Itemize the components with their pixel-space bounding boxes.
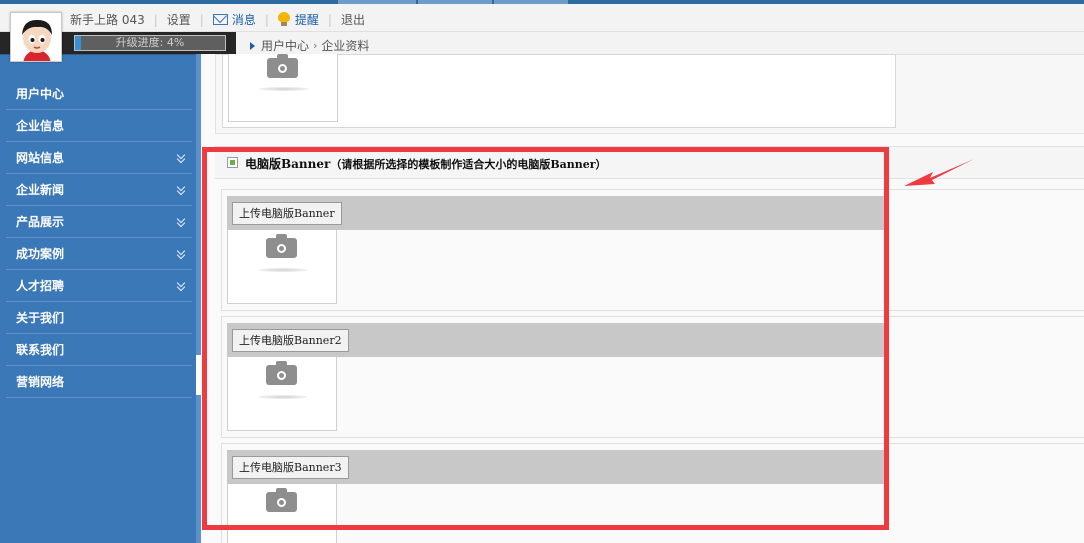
divider: | — [327, 12, 332, 27]
messages-label: 消息 — [231, 13, 256, 27]
upload-banner3-block: 上传电脑版Banner3 — [221, 443, 1084, 543]
upload-banner3-button[interactable]: 上传电脑版Banner3 — [232, 456, 349, 479]
sidebar-menu: 用户中心 企业信息 网站信息 企业新闻 产品展示 成功案例 人才招聘 关于我们 … — [6, 78, 192, 398]
sidebar-item-products[interactable]: 产品展示 — [6, 206, 192, 238]
sidebar: 用户中心 企业信息 网站信息 企业新闻 产品展示 成功案例 人才招聘 关于我们 … — [0, 54, 196, 543]
breadcrumb: 用户中心 › 企业资料 — [250, 37, 369, 54]
upload-banner2-block: 上传电脑版Banner2 — [221, 316, 1084, 438]
lightbulb-icon — [277, 12, 290, 26]
sidebar-item-label: 关于我们 — [16, 311, 65, 325]
reminders-link[interactable]: 提醒 — [277, 11, 319, 28]
camera-icon — [266, 361, 298, 385]
sidebar-item-label: 产品展示 — [16, 215, 65, 229]
upload-toolbar: 上传电脑版Banner3 — [227, 450, 884, 484]
mail-icon — [212, 14, 228, 25]
image-placeholder[interactable] — [227, 230, 337, 304]
avatar[interactable] — [10, 12, 62, 62]
reminders-label: 提醒 — [294, 13, 319, 27]
camera-icon — [267, 54, 299, 78]
sidebar-item-label: 企业信息 — [16, 119, 65, 133]
sidebar-item-label: 营销网络 — [16, 375, 65, 389]
messages-link[interactable]: 消息 — [212, 11, 256, 28]
username[interactable]: 新手上路 043 — [70, 11, 145, 28]
sidebar-item-about-us[interactable]: 关于我们 — [6, 302, 192, 334]
section-title: 电脑版Banner（请根据所选择的模板制作适合大小的电脑版Banner） — [245, 155, 607, 172]
cartoon-boy-avatar-icon — [11, 13, 61, 61]
image-placeholder[interactable] — [228, 54, 338, 122]
upload-toolbar: 上传电脑版Banner2 — [227, 323, 884, 357]
user-header: 新手上路 043 | 设置 | 消息 | 提醒 | 退出 — [0, 4, 1084, 32]
divider: | — [264, 12, 269, 27]
sidebar-item-marketing-network[interactable]: 营销网络 — [6, 366, 192, 398]
section-title-text: 电脑版Banner — [245, 157, 331, 171]
section-icon — [227, 157, 238, 168]
header-links: 新手上路 043 | 设置 | 消息 | 提醒 | 退出 — [70, 11, 365, 28]
chevron-right-icon: › — [313, 39, 318, 52]
progress-label: 升级进度: 4% — [115, 36, 185, 49]
shadow — [258, 395, 308, 399]
sidebar-item-success-cases[interactable]: 成功案例 — [6, 238, 192, 270]
double-chevron-down-icon — [177, 280, 186, 291]
double-chevron-down-icon — [177, 248, 186, 259]
section-note: （请根据所选择的模板制作适合大小的电脑版Banner） — [330, 158, 607, 171]
upload-banner-button[interactable]: 上传电脑版Banner — [232, 202, 342, 225]
upload-banner2-button[interactable]: 上传电脑版Banner2 — [232, 329, 349, 352]
sidebar-item-label: 成功案例 — [16, 247, 65, 261]
sidebar-item-company-info[interactable]: 企业信息 — [6, 110, 192, 142]
sidebar-item-user-center[interactable]: 用户中心 — [6, 78, 192, 110]
sidebar-item-label: 联系我们 — [16, 343, 65, 357]
triangle-right-icon — [250, 41, 255, 50]
divider: | — [199, 12, 204, 27]
double-chevron-down-icon — [177, 216, 186, 227]
upgrade-progress: 升级进度: 4% — [74, 35, 226, 51]
previous-section — [215, 54, 1084, 134]
sidebar-item-label: 人才招聘 — [16, 279, 65, 293]
upload-banner-block: 上传电脑版Banner — [221, 189, 1084, 311]
sidebar-item-label: 企业新闻 — [16, 183, 65, 197]
sidebar-item-contact-us[interactable]: 联系我们 — [6, 334, 192, 366]
breadcrumb-home[interactable]: 用户中心 — [261, 37, 309, 54]
sidebar-item-label: 用户中心 — [16, 87, 65, 101]
sidebar-item-website-info[interactable]: 网站信息 — [6, 142, 192, 174]
sidebar-item-label: 网站信息 — [16, 151, 65, 165]
breadcrumb-current: 企业资料 — [321, 39, 370, 53]
settings-link[interactable]: 设置 — [167, 11, 191, 28]
double-chevron-down-icon — [177, 152, 186, 163]
double-chevron-down-icon — [177, 184, 186, 195]
previous-upload-block — [222, 54, 896, 128]
divider: | — [153, 12, 158, 27]
image-placeholder[interactable] — [227, 357, 337, 431]
camera-icon — [266, 488, 298, 512]
sidebar-item-recruitment[interactable]: 人才招聘 — [6, 270, 192, 302]
red-arrow-icon — [904, 159, 974, 186]
camera-icon — [266, 234, 298, 258]
upload-toolbar: 上传电脑版Banner — [227, 196, 884, 230]
page: 新手上路 043 | 设置 | 消息 | 提醒 | 退出 升级进度: 4% 用户… — [0, 0, 1084, 543]
shadow — [259, 87, 309, 91]
main-content: 电脑版Banner（请根据所选择的模板制作适合大小的电脑版Banner） 上传电… — [201, 54, 1084, 543]
image-placeholder[interactable] — [227, 484, 337, 543]
sidebar-item-company-news[interactable]: 企业新闻 — [6, 174, 192, 206]
shadow — [258, 268, 308, 272]
logout-link[interactable]: 退出 — [341, 11, 365, 28]
